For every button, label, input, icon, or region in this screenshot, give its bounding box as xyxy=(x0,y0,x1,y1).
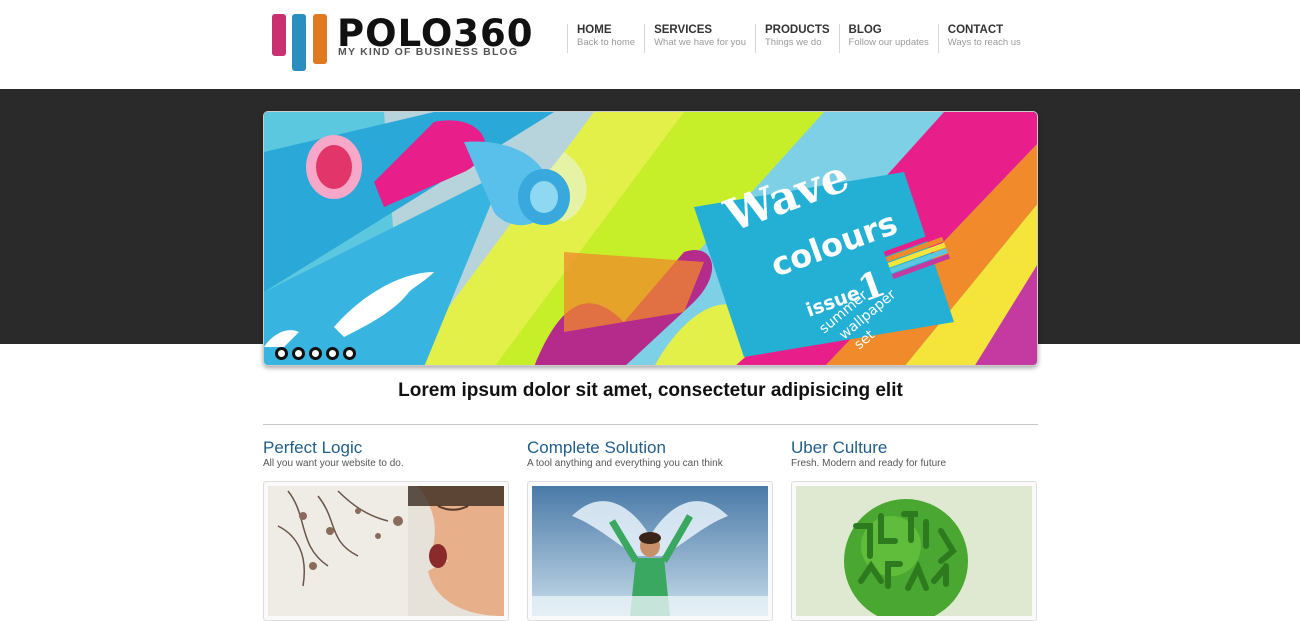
nav-label: PRODUCTS xyxy=(764,24,830,36)
nav-sublabel: Ways to reach us xyxy=(947,37,1021,48)
feature-column-1: Perfect Logic All you want your website … xyxy=(263,439,509,621)
logo-bar-blue xyxy=(292,14,306,71)
slider-image: Wave colours issue 1 summer wallpaper se… xyxy=(264,112,1037,365)
logo-bar-orange xyxy=(313,14,327,64)
nav-item-services[interactable]: SERVICES What we have for you xyxy=(644,24,755,53)
section-divider xyxy=(263,424,1038,425)
slider-dots xyxy=(275,347,356,360)
feature-column-3: Uber Culture Fresh. Modern and ready for… xyxy=(791,439,1037,621)
logo-bar-pink xyxy=(272,14,286,56)
feature-column-2: Complete Solution A tool anything and ev… xyxy=(527,439,773,621)
feature-image[interactable] xyxy=(527,481,773,621)
nav-label: HOME xyxy=(577,24,612,36)
feature-subtitle: A tool anything and everything you can t… xyxy=(527,458,723,469)
slider-dot[interactable] xyxy=(343,347,356,360)
nav-item-contact[interactable]: CONTACT Ways to reach us xyxy=(937,24,1030,53)
slider-dot[interactable] xyxy=(326,347,339,360)
nav-sublabel: What we have for you xyxy=(654,37,746,48)
nav-label: CONTACT xyxy=(947,24,1004,36)
nav-label: BLOG xyxy=(848,24,882,36)
nav-sublabel: Things we do xyxy=(764,37,822,48)
feature-image[interactable] xyxy=(263,481,509,621)
feature-subtitle: All you want your website to do. xyxy=(263,458,404,469)
slider-dot[interactable] xyxy=(275,347,288,360)
feature-title[interactable]: Complete Solution xyxy=(527,439,773,457)
nav-sublabel: Follow our updates xyxy=(848,37,929,48)
nav-sublabel: Back to home xyxy=(577,37,636,48)
logo-tagline: MY KIND OF BUSINESS BLOG xyxy=(338,46,519,58)
main-tagline: Lorem ipsum dolor sit amet, consectetur … xyxy=(398,380,903,401)
feature-title[interactable]: Perfect Logic xyxy=(263,439,509,457)
slider-dot[interactable] xyxy=(292,347,305,360)
site-logo[interactable]: POLO360 MY KIND OF BUSINESS BLOG xyxy=(272,14,533,74)
hero-slider[interactable]: Wave colours issue 1 summer wallpaper se… xyxy=(263,111,1038,366)
nav-label: SERVICES xyxy=(654,24,713,36)
main-nav: HOME Back to home SERVICES What we have … xyxy=(567,24,1030,54)
feature-title[interactable]: Uber Culture xyxy=(791,439,1037,457)
slider-dot[interactable] xyxy=(309,347,322,360)
feature-image[interactable] xyxy=(791,481,1037,621)
nav-item-products[interactable]: PRODUCTS Things we do xyxy=(754,24,839,53)
nav-item-home[interactable]: HOME Back to home xyxy=(567,24,644,53)
nav-item-blog[interactable]: BLOG Follow our updates xyxy=(838,24,938,53)
feature-subtitle: Fresh. Modern and ready for future xyxy=(791,458,947,469)
site-header: POLO360 MY KIND OF BUSINESS BLOG HOME Ba… xyxy=(0,0,1300,89)
